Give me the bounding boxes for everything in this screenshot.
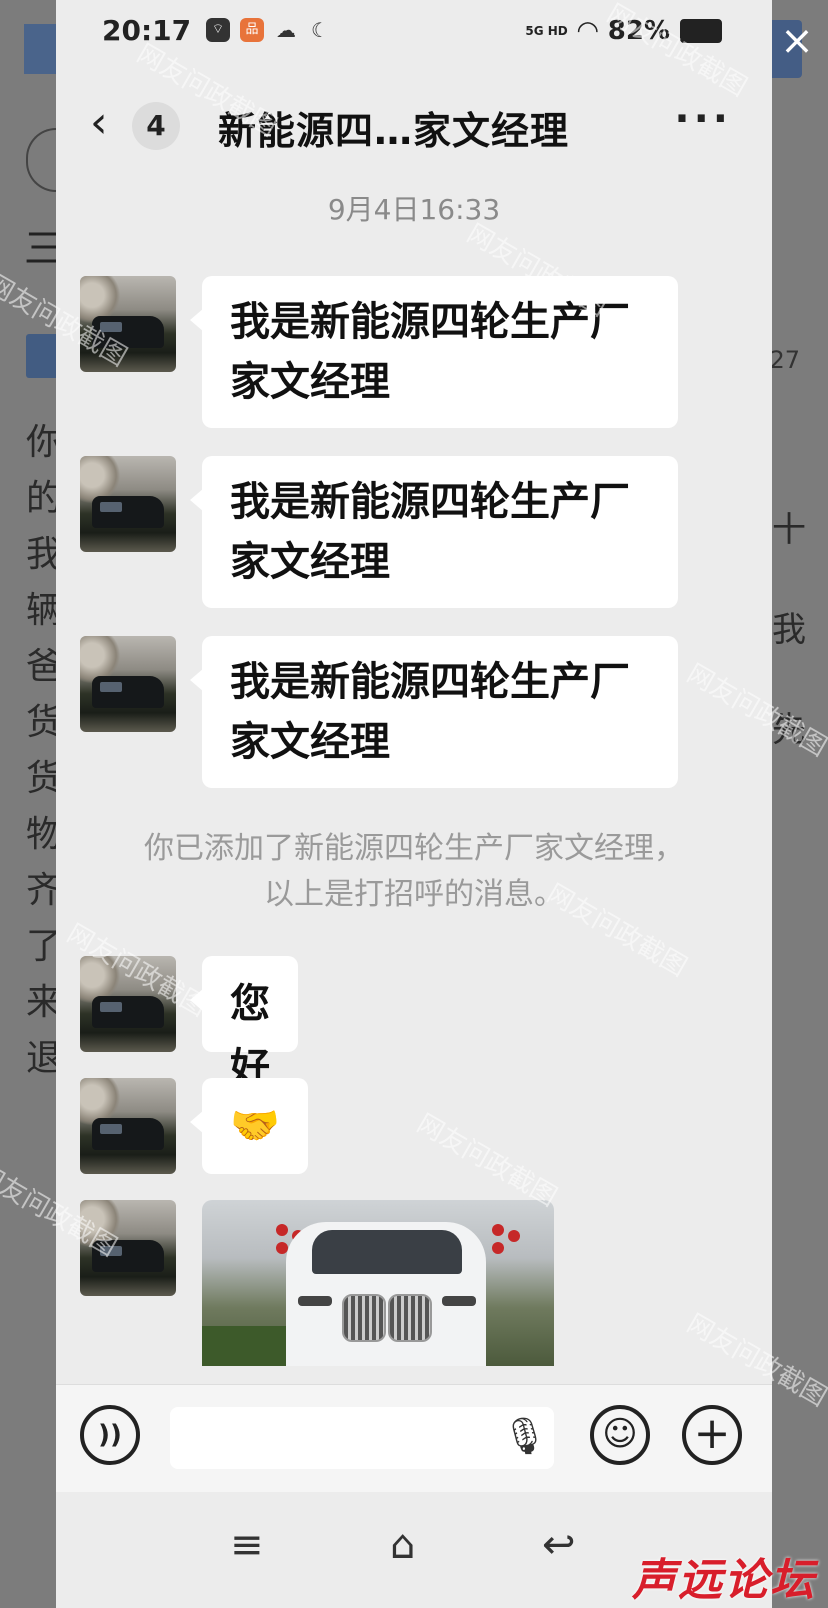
cloud-icon: ☁: [276, 18, 296, 42]
status-app-icons: ⌔ 品 ☁ ☾: [206, 18, 332, 42]
message-bubble[interactable]: 我是新能源四轮生产厂家文经理: [190, 276, 678, 428]
app-notification-icon: 品: [240, 18, 264, 42]
plus-icon[interactable]: +: [682, 1405, 742, 1465]
voice-icon[interactable]: )): [80, 1405, 140, 1465]
more-options-icon[interactable]: ···: [674, 96, 732, 142]
back-nav-icon[interactable]: ↩: [542, 1522, 576, 1568]
contact-avatar[interactable]: [80, 636, 176, 732]
home-icon[interactable]: ⌂: [390, 1522, 415, 1568]
wifi-signal-icon: ◠: [577, 16, 598, 46]
back-icon[interactable]: ‹: [90, 98, 108, 148]
car-photo-message[interactable]: [202, 1200, 554, 1366]
background-text-right: 十 我 先: [772, 510, 806, 750]
message-bubble[interactable]: 我是新能源四轮生产厂家文经理: [190, 456, 678, 608]
system-notice: 你已添加了新能源四轮生产厂家文经理，以上是打招呼的消息。: [144, 831, 684, 912]
contact-avatar[interactable]: [80, 456, 176, 552]
contact-avatar[interactable]: [80, 276, 176, 372]
microphone-icon[interactable]: 🎙: [502, 1415, 548, 1457]
background-count: 27: [769, 346, 800, 374]
close-icon[interactable]: ×: [774, 18, 820, 64]
smiley-icon[interactable]: ☺: [590, 1405, 650, 1465]
chat-screenshot: 20:17 ⌔ 品 ☁ ☾ 5G HD ◠ 82% ‹ 4 新能源四…家文经理 …: [56, 0, 772, 1608]
menu-icon[interactable]: ≡: [230, 1522, 264, 1568]
message-timestamp: 9月4日16:33: [327, 193, 501, 226]
network-label: 5G HD: [525, 24, 568, 38]
status-bar: 20:17 ⌔ 品 ☁ ☾ 5G HD ◠ 82%: [56, 0, 772, 68]
message-bubble[interactable]: 我是新能源四轮生产厂家文经理: [190, 636, 678, 788]
unread-count-badge[interactable]: 4: [132, 102, 180, 150]
chat-title: 新能源四…家文经理: [218, 109, 570, 153]
forum-logo: 声远论坛: [632, 1555, 816, 1606]
handshake-emoji-message[interactable]: 🤝: [190, 1078, 308, 1174]
battery-percent: 82%: [607, 16, 670, 46]
moon-icon: ☾: [311, 18, 329, 42]
contact-avatar[interactable]: [80, 956, 176, 1052]
message-bubble[interactable]: 您好: [190, 956, 298, 1091]
status-time: 20:17: [102, 14, 192, 47]
message-input-bar: )) 🎙 ☺ +: [56, 1384, 772, 1493]
background-logo: [24, 24, 58, 74]
background-tag: [26, 334, 60, 378]
chat-header: ‹ 4 新能源四…家文经理 ···: [56, 78, 772, 168]
contact-avatar[interactable]: [80, 1200, 176, 1296]
message-input[interactable]: [170, 1407, 554, 1469]
wifi-app-icon: ⌔: [206, 18, 230, 42]
battery-icon: [680, 19, 722, 43]
status-indicators: 5G HD ◠ 82%: [525, 16, 722, 46]
contact-avatar[interactable]: [80, 1078, 176, 1174]
